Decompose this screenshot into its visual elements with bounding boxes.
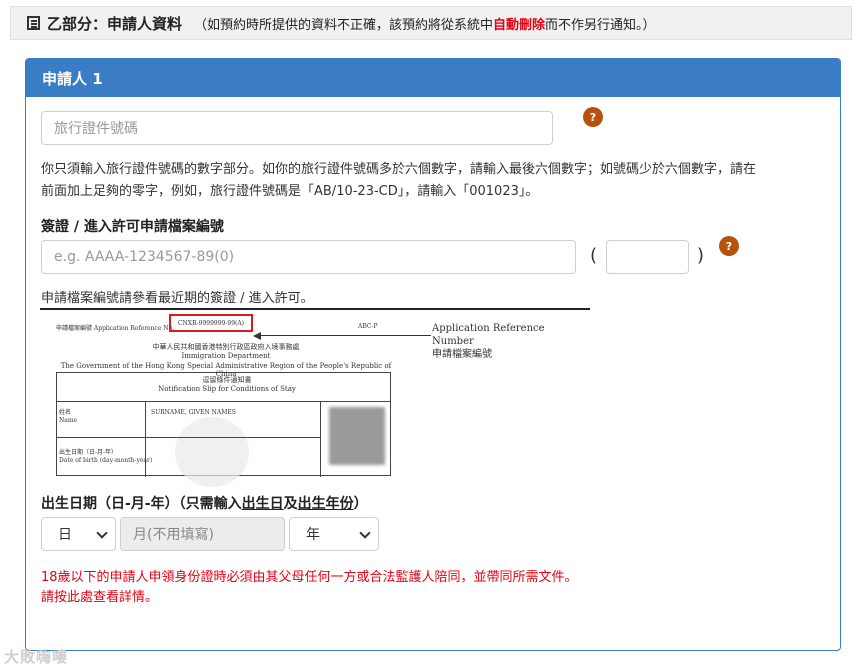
panel-title: 申請人 1 — [26, 59, 840, 97]
arrow-left-icon — [253, 332, 261, 340]
app-ref-en: Application Reference Number — [432, 323, 545, 347]
dob-month-input: 月(不用填寫) — [120, 517, 285, 551]
row-divider — [57, 437, 320, 438]
guardian-note: 18歲以下的申請人申領身份證時必須由其父母任何一方或合法監護人陪同，並帶同所需文… — [41, 568, 578, 608]
name-en: Name — [59, 417, 78, 424]
dob-label-post: ） — [353, 496, 368, 512]
name-value: SURNAME, GIVEN NAMES — [151, 409, 236, 416]
year-value: 年 — [306, 527, 320, 543]
dob-label-pre: 出生日期（日-月-年）（只需輸入 — [41, 496, 242, 512]
row-divider — [57, 401, 390, 402]
help-icon[interactable] — [719, 236, 739, 256]
dob-label-day: 出生日 — [241, 496, 284, 512]
section-title: 乙部分：申請人資料 — [47, 14, 183, 33]
visa-check-digit-input[interactable] — [606, 240, 689, 274]
slip-title-en: Notification Slip for Conditions of Stay — [158, 385, 296, 393]
dob-year-select[interactable]: 年 — [289, 517, 379, 551]
note-red: 自動刪除 — [493, 17, 546, 33]
col-divider — [320, 401, 321, 477]
app-ref-zh: 申請檔案編號 — [432, 349, 492, 360]
dob-en: Date of birth (day-month-year) — [59, 457, 153, 464]
abc-code: ABC-P — [358, 323, 378, 330]
help-line-1: 你只須輸入旅行證件號碼的數字部分。如你的旅行證件號碼多於六個數字，請輸入最後六個… — [41, 162, 757, 177]
dept-en: Immigration Department — [181, 352, 271, 360]
travel-doc-help: 你只須輸入旅行證件號碼的數字部分。如你的旅行證件號碼多於六個數字，請輸入最後六個… — [41, 159, 831, 203]
guardian-pre: 請按 — [41, 590, 68, 605]
help-icon[interactable] — [583, 107, 603, 127]
details-link[interactable]: 此處 — [67, 590, 93, 605]
app-ref-caption: Application Reference Number 申請檔案編號 — [432, 322, 566, 361]
ref-highlight-box: CNXR-9999999-99(A) — [169, 314, 253, 332]
guardian-line-1: 18歲以下的申請人申領身份證時必須由其父母任何一方或合法監護人陪同，並帶同所需文… — [41, 570, 578, 585]
note-text: （如預約時所提供的資料不正確，該預約將從系統中 — [194, 17, 494, 33]
dob-label: 出生日期（日-月-年）（只需輸入出生日及出生年份） — [41, 493, 368, 513]
section-header: 乙部分：申請人資料 （如預約時所提供的資料不正確，該預約將從系統中自動刪除而不作… — [10, 6, 852, 40]
day-value: 日 — [58, 527, 72, 543]
slip-table: 逗留條件通知書 Notification Slip for Conditions… — [56, 372, 391, 487]
arrow-line — [255, 335, 431, 336]
visa-note: 申請檔案編號請參看最近期的簽證 / 進入許可。 — [41, 291, 314, 306]
dob-label-mid: 及 — [283, 496, 298, 512]
photo-placeholder — [329, 407, 385, 465]
sample-slip-image: 申請檔案編號 Application Reference No. CNXR-99… — [40, 308, 590, 487]
guardian-line-2: 請按此處查看詳情。 — [41, 588, 578, 608]
chevron-down-icon — [359, 527, 371, 539]
name-label: 姓名 Name — [59, 409, 77, 425]
paren-close: ) — [697, 245, 705, 266]
note-text-end: 而不作另行通知。） — [545, 17, 656, 33]
paren-open: ( — [590, 245, 598, 266]
section-note: （如預約時所提供的資料不正確，該預約將從系統中自動刪除而不作另行通知。） — [194, 14, 656, 33]
help-line-2: 前面加上足夠的零字，例如，旅行證件號碼是「AB/10-23-CD」，請輸入「00… — [41, 184, 539, 199]
visa-label: 簽證 / 進入許可申請檔案編號 — [41, 219, 224, 235]
slip-title-zh: 逗留條件通知書 — [202, 376, 252, 384]
dept-zh: 中華人民共和國香港特別行政區政府入境事務處 — [152, 343, 300, 351]
guardian-post: 查看詳情。 — [93, 590, 159, 605]
ref-label: 申請檔案編號 Application Reference No. — [56, 325, 175, 332]
dob-label: 出生日期（日-月-年） Date of birth (day-month-year… — [59, 449, 152, 465]
name-zh: 姓名 — [59, 409, 72, 416]
dob-day-select[interactable]: 日 — [41, 517, 116, 551]
emblem-watermark — [175, 417, 249, 487]
travel-doc-input[interactable]: 旅行證件號碼 — [41, 111, 553, 145]
dob-zh: 出生日期（日-月-年） — [59, 449, 118, 456]
dob-label-year: 出生年份 — [297, 496, 354, 512]
divider — [40, 308, 590, 310]
col-divider — [145, 401, 146, 477]
list-icon — [27, 16, 40, 30]
watermark-logo: 大敗嗨嘍 — [4, 648, 69, 666]
chevron-down-icon — [96, 527, 108, 539]
visa-file-input[interactable]: e.g. AAAA-1234567-89(0) — [41, 240, 576, 274]
